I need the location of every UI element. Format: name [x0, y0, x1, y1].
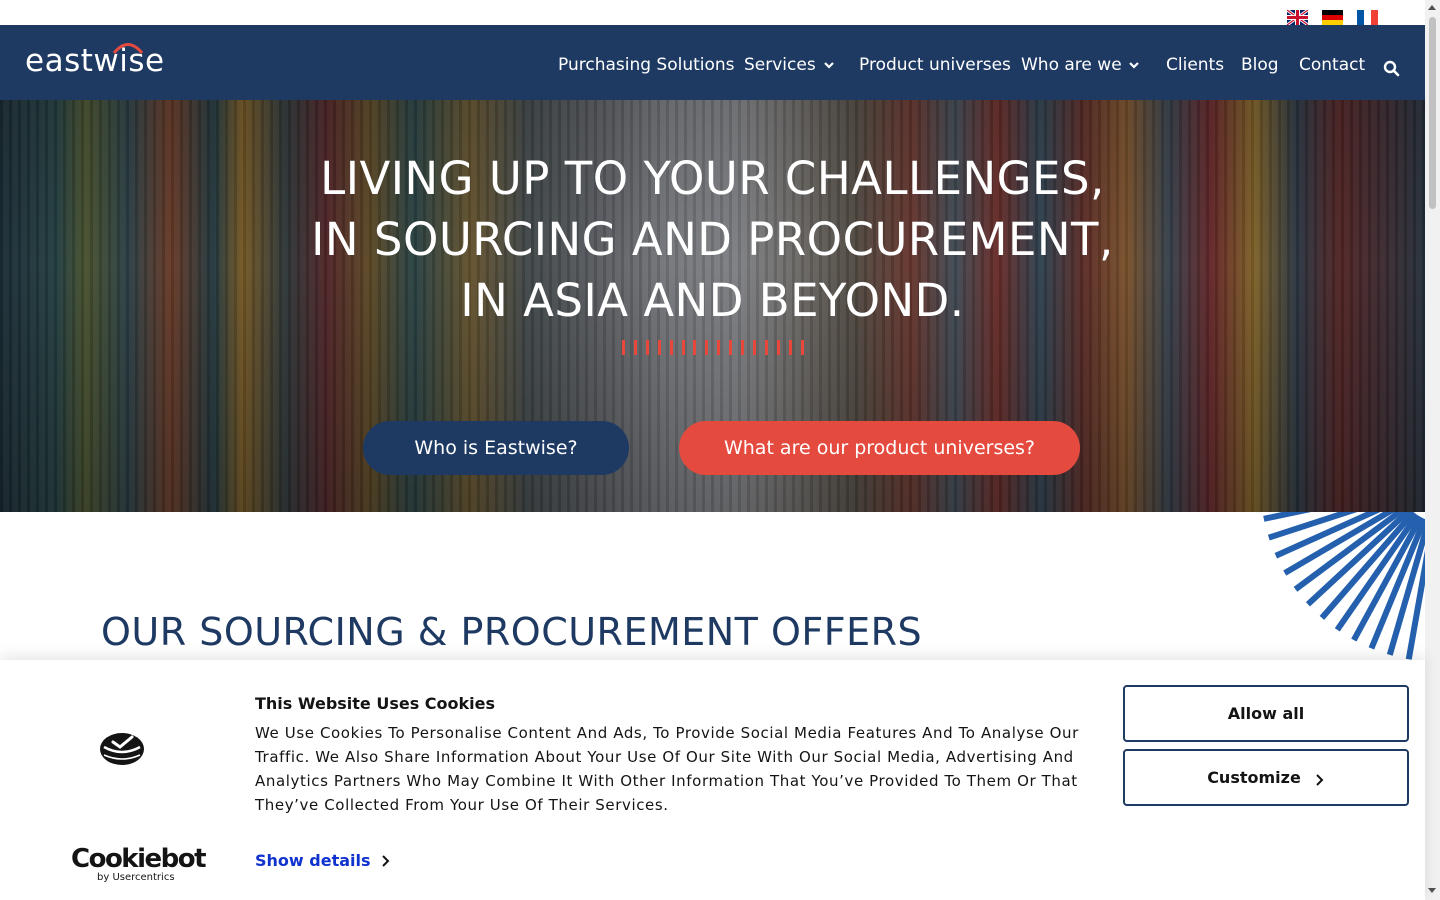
cookie-description: We Use Cookies To Personalise Content An… [255, 724, 1079, 814]
cookiebot-wordmark: Cookiebot [71, 844, 207, 874]
tick-mark [729, 340, 733, 355]
cookiebot-subtitle: by Usercentrics [97, 872, 175, 883]
button-label: What are our product universes? [723, 437, 1036, 459]
allow-all-button[interactable]: Allow all [1123, 685, 1409, 742]
tick-mark [657, 340, 661, 355]
who-is-eastwise-button[interactable]: Who is Eastwise? [363, 421, 629, 475]
nav-label: Who are we [1021, 55, 1122, 75]
hero-title-line: IN SOURCING AND PROCUREMENT, [311, 213, 1114, 266]
button-label: Customize [1207, 768, 1301, 787]
flag-uk-icon[interactable] [1287, 10, 1308, 25]
chevron-right-icon [382, 855, 390, 867]
tick-mark [717, 340, 721, 355]
show-details-label: Show details [255, 851, 371, 870]
chevron-down-icon [824, 62, 834, 69]
hero-title-line: LIVING UP TO YOUR CHALLENGES, [320, 152, 1105, 205]
nav-blog[interactable]: Blog [1241, 55, 1279, 75]
tick-mark [705, 340, 709, 355]
nav-label: Contact [1299, 55, 1366, 75]
tick-mark [741, 340, 744, 355]
nav-who-are-we[interactable]: Who are we [1021, 55, 1139, 75]
tick-mark [764, 340, 768, 355]
nav-label: Purchasing Solutions [558, 55, 735, 75]
nav-label: Services [744, 55, 816, 75]
tick-mark [693, 340, 697, 355]
show-details-link[interactable]: Show details [255, 851, 390, 870]
button-label: Allow all [1227, 704, 1305, 723]
tick-mark [622, 340, 625, 355]
nav-product-universes[interactable]: Product universes [859, 55, 1011, 75]
logo-arc-icon [112, 43, 144, 54]
decorative-rays [1263, 512, 1425, 660]
tick-mark [752, 340, 756, 355]
nav-services[interactable]: Services [744, 55, 834, 75]
hero-title-line: IN ASIA AND BEYOND. [460, 274, 965, 327]
scrollbar-thumb[interactable] [1429, 17, 1436, 209]
nav-label: Product universes [859, 55, 1011, 75]
tick-mark [645, 340, 649, 355]
button-label: Who is Eastwise? [414, 437, 578, 459]
nav-clients[interactable]: Clients [1166, 55, 1224, 75]
cookie-title: This Website Uses Cookies [255, 694, 496, 713]
hero-title: LIVING UP TO YOUR CHALLENGES, IN SOURCIN… [0, 148, 1425, 331]
customize-button[interactable]: Customize [1123, 749, 1409, 806]
cookiebot-logo-icon [100, 733, 144, 765]
product-universes-button[interactable]: What are our product universes? [679, 421, 1080, 475]
cookie-banner: This Website Uses Cookies We Use Cookies… [0, 660, 1425, 900]
language-bar [0, 0, 1425, 25]
scroll-up-arrow-icon[interactable] [1428, 5, 1436, 10]
tick-mark [776, 340, 780, 355]
flag-germany-icon[interactable] [1322, 10, 1343, 25]
eastwise-logo[interactable]: eastwise [25, 43, 165, 79]
tick-mark [633, 340, 637, 355]
tick-mark [800, 340, 804, 355]
tick-mark [669, 340, 673, 355]
cookiebot-brand: Cookiebot by Usercentrics [71, 844, 207, 883]
nav-label: Clients [1166, 55, 1225, 75]
chevron-down-icon [1129, 62, 1139, 69]
nav-label: Blog [1241, 55, 1279, 75]
section-title: OUR SOURCING & PROCUREMENT OFFERS [101, 610, 923, 654]
nav-contact[interactable]: Contact [1299, 55, 1365, 75]
flag-france-icon[interactable] [1357, 10, 1378, 25]
tick-mark [681, 340, 685, 355]
scroll-down-arrow-icon[interactable] [1428, 888, 1436, 893]
search-icon[interactable] [1383, 60, 1401, 78]
chevron-right-icon [1316, 773, 1324, 786]
main-header: eastwise Purchasing Solutions Services P… [0, 25, 1425, 100]
hero-banner: LIVING UP TO YOUR CHALLENGES, IN SOURCIN… [0, 100, 1425, 512]
tick-mark [788, 340, 792, 355]
nav-purchasing-solutions[interactable]: Purchasing Solutions [558, 55, 735, 75]
